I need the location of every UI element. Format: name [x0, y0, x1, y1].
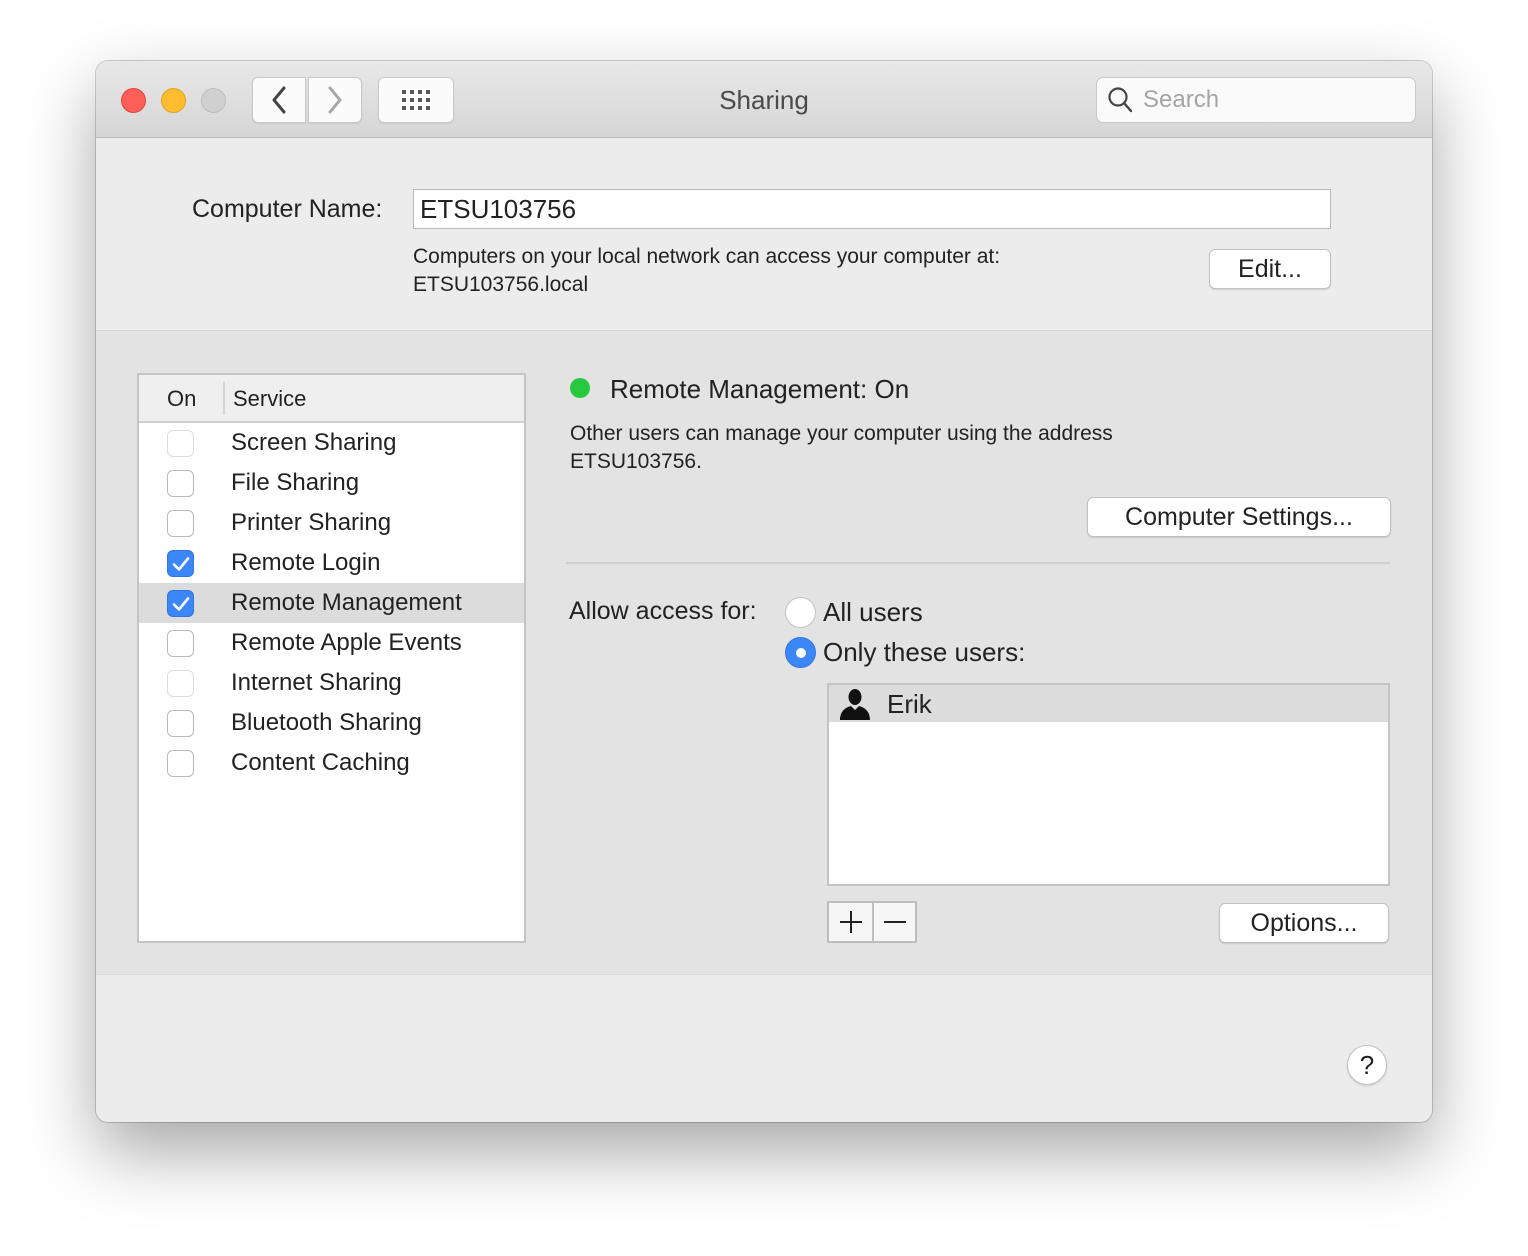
service-name[interactable]: Remote Login [231, 549, 380, 577]
options-button[interactable]: Options... [1219, 903, 1389, 943]
services-section: On Service Screen Sharing File Sharing Pri… [96, 331, 1432, 975]
service-checkbox[interactable] [167, 710, 194, 737]
search-icon [1108, 87, 1133, 113]
all-users-option[interactable]: All users [785, 597, 923, 628]
column-header-service[interactable]: Service [233, 386, 306, 412]
allowed-users-list[interactable]: Erik [827, 683, 1390, 886]
allow-access-label: Allow access for: [569, 597, 757, 625]
service-row[interactable]: Remote Login [139, 543, 524, 583]
service-row[interactable]: Screen Sharing [139, 423, 524, 463]
search-field[interactable] [1096, 77, 1416, 123]
service-checkbox[interactable] [167, 510, 194, 537]
service-list: On Service Screen Sharing File Sharing Pri… [137, 373, 526, 943]
remove-user-button[interactable] [872, 903, 915, 941]
service-row[interactable]: Bluetooth Sharing [139, 703, 524, 743]
service-checkbox [167, 430, 194, 457]
computer-name-input[interactable] [413, 189, 1331, 229]
only-these-users-option[interactable]: Only these users: [785, 637, 1025, 668]
service-checkbox[interactable] [167, 470, 194, 497]
service-row[interactable]: Content Caching [139, 743, 524, 783]
service-description-line: Other users can manage your computer usi… [570, 422, 1113, 445]
all-users-radio[interactable] [785, 597, 816, 628]
service-row[interactable]: Internet Sharing [139, 663, 524, 703]
add-user-button[interactable] [829, 903, 872, 941]
checkmark-icon [172, 556, 189, 571]
computer-name-section: Computer Name: Computers on your local n… [96, 139, 1432, 331]
help-button[interactable]: ? [1347, 1045, 1387, 1085]
service-row[interactable]: Remote Apple Events [139, 623, 524, 663]
title-bar: Sharing [96, 61, 1432, 138]
service-checkbox[interactable] [167, 590, 194, 617]
service-name[interactable]: Internet Sharing [231, 669, 402, 697]
computer-settings-button[interactable]: Computer Settings... [1087, 497, 1391, 537]
only-these-users-label[interactable]: Only these users: [823, 637, 1025, 668]
service-checkbox[interactable] [167, 750, 194, 777]
service-list-header: On Service [139, 375, 524, 423]
only-these-users-radio[interactable] [785, 637, 816, 668]
footer: ? [96, 975, 1432, 1122]
computer-name-label: Computer Name: [192, 195, 383, 223]
local-hostname: ETSU103756.local [413, 273, 589, 296]
service-name[interactable]: File Sharing [231, 469, 359, 497]
service-row[interactable]: File Sharing [139, 463, 524, 503]
divider [566, 562, 1390, 564]
service-name[interactable]: Screen Sharing [231, 429, 396, 457]
plus-icon [839, 911, 862, 933]
service-checkbox[interactable] [167, 630, 194, 657]
service-name[interactable]: Remote Apple Events [231, 629, 462, 657]
status-indicator [570, 378, 590, 398]
all-users-label[interactable]: All users [823, 597, 923, 628]
service-name[interactable]: Remote Management [231, 589, 462, 617]
service-description: Other users can manage your computer usi… [570, 420, 1113, 476]
computer-name-description: Computers on your local network can acce… [413, 243, 1000, 299]
user-name: Erik [887, 689, 932, 719]
service-row[interactable]: Printer Sharing [139, 503, 524, 543]
edit-button[interactable]: Edit... [1209, 249, 1331, 289]
user-list-item[interactable]: Erik [829, 685, 1388, 722]
service-name[interactable]: Content Caching [231, 749, 410, 777]
sharing-window: Sharing Computer Name: Computers on your… [96, 61, 1432, 1122]
service-address: ETSU103756. [570, 450, 702, 473]
network-access-text: Computers on your local network can acce… [413, 245, 1001, 268]
add-remove-control [827, 901, 917, 943]
checkmark-icon [172, 596, 189, 611]
service-checkbox[interactable] [167, 550, 194, 577]
service-name[interactable]: Printer Sharing [231, 509, 391, 537]
service-name[interactable]: Bluetooth Sharing [231, 709, 422, 737]
search-input[interactable] [1143, 86, 1403, 114]
service-checkbox [167, 670, 194, 697]
column-divider [223, 381, 225, 415]
column-header-on[interactable]: On [167, 386, 196, 412]
service-status: Remote Management: On [610, 374, 910, 404]
user-silhouette-icon [840, 689, 870, 720]
minus-icon [883, 921, 906, 923]
service-row[interactable]: Remote Management [139, 583, 524, 623]
